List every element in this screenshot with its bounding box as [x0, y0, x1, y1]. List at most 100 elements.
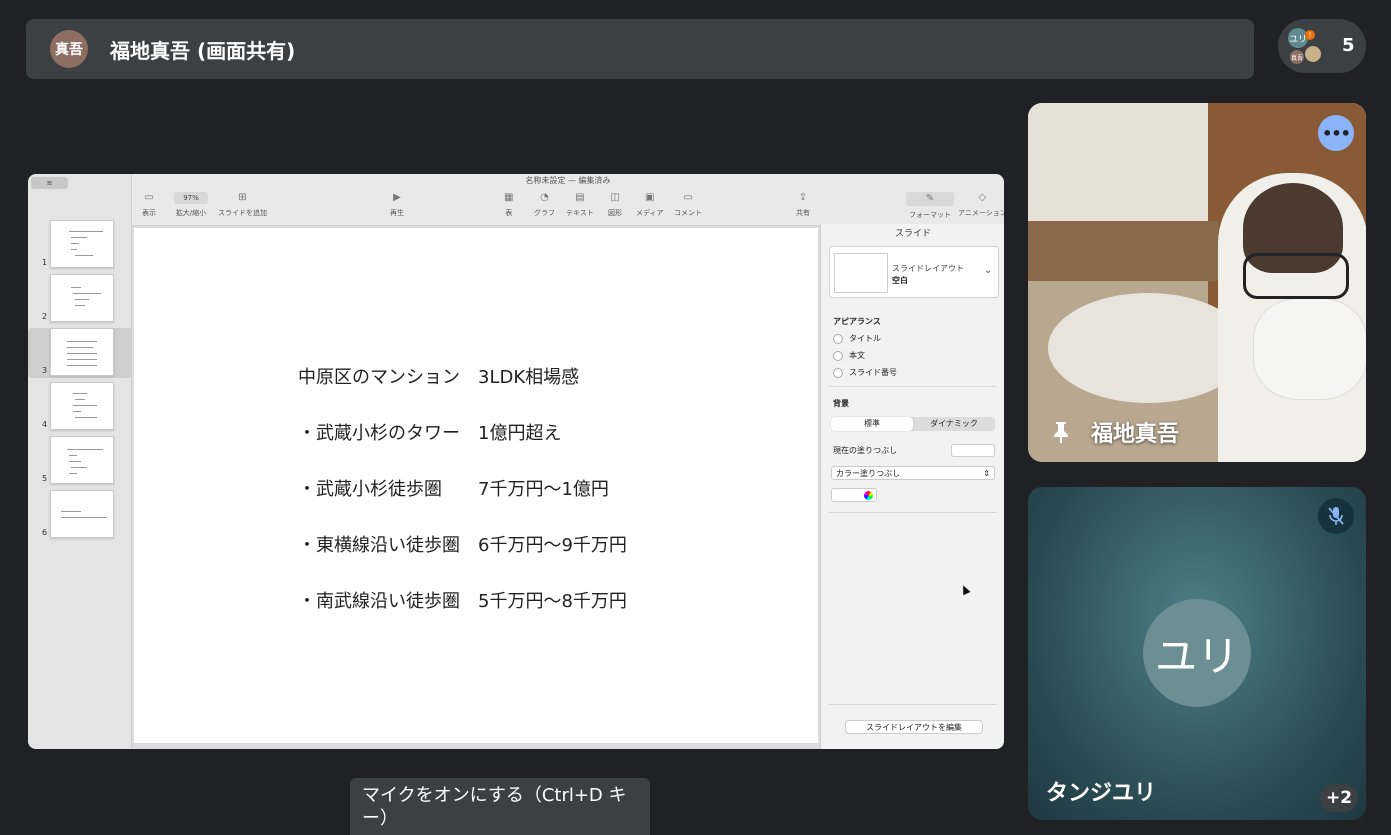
shape-button[interactable]: ◫ 図形	[608, 192, 622, 218]
slide-number: 2	[42, 312, 48, 321]
media-label: メディア	[636, 209, 664, 217]
preview-text-line	[67, 359, 97, 360]
zoom-button[interactable]: 97% 拡大/縮小	[174, 192, 208, 218]
preview-text-line	[71, 287, 81, 288]
divider	[829, 512, 997, 513]
appearance-heading: アピアランス	[833, 317, 881, 326]
slide-thumbnail-5[interactable]: 5	[28, 436, 132, 486]
zoom-value: 97%	[174, 192, 208, 204]
participant-name-shingo: 福地真吾	[1091, 422, 1180, 447]
current-fill-swatch[interactable]	[951, 444, 995, 457]
updown-chevron-icon: ⇕	[983, 469, 990, 478]
slide-thumbnail-1[interactable]: 1	[28, 220, 132, 270]
slide-thumbnail-2[interactable]: 2	[28, 274, 132, 324]
format-button[interactable]: ✎ フォーマット	[906, 192, 954, 220]
current-fill-label: 現在の塗りつぶし	[833, 446, 898, 455]
zoom-label: 拡大/縮小	[175, 209, 207, 217]
preview-text-line	[73, 411, 81, 412]
preview-text-line	[69, 473, 77, 474]
background-dynamic-option[interactable]: ダイナミック	[913, 417, 995, 431]
slide-thumbnail-3[interactable]: 3	[28, 328, 132, 378]
video-glasses	[1243, 253, 1349, 299]
slide-thumbnail-4[interactable]: 4	[28, 382, 132, 432]
color-wheel-icon[interactable]	[864, 491, 873, 500]
participant-name-yuri: タンジユリ	[1046, 781, 1157, 806]
participants-count: 5	[1342, 35, 1355, 56]
video-shelf	[1028, 221, 1218, 281]
pin-icon[interactable]	[1050, 420, 1072, 444]
slide-text-line[interactable]: 中原区のマンション 3LDK相場感	[298, 363, 579, 389]
animate-button[interactable]: ◇ アニメーション	[958, 192, 1004, 218]
preview-text-line	[61, 511, 81, 512]
preview-text-line	[71, 237, 87, 238]
preview-text-line	[67, 365, 97, 366]
background-heading: 背景	[833, 399, 849, 408]
participants-button[interactable]: ユリ ! 真吾 5	[1278, 19, 1366, 73]
background-mode-segmented: 標準 ダイナミック	[831, 417, 995, 431]
slide-text-line[interactable]: ・南武線沿い徒歩圏 5千万円〜8千万円	[298, 587, 627, 613]
slide-navigator: ≡ 1 2 3 4 5 6	[28, 174, 132, 749]
video-tile-shingo[interactable]	[1028, 103, 1366, 462]
text-button[interactable]: ▤ テキスト	[566, 192, 594, 218]
animate-label: アニメーション	[958, 209, 1004, 217]
edit-slide-layout-button[interactable]: スライドレイアウトを編集	[845, 720, 983, 734]
title-checkbox[interactable]: タイトル	[833, 333, 881, 344]
preview-text-line	[69, 461, 81, 462]
view-button[interactable]: ▭ 表示	[142, 192, 156, 218]
slide-preview	[50, 220, 114, 268]
background-standard-option[interactable]: 標準	[831, 417, 913, 431]
color-well[interactable]	[831, 488, 877, 502]
preview-text-line	[69, 231, 103, 232]
slide-canvas: 中原区のマンション 3LDK相場感 ・武蔵小杉のタワー 1億円超え ・武蔵小杉徒…	[132, 226, 820, 749]
slide-number-checkbox[interactable]: スライド番号	[833, 367, 897, 378]
chart-label: グラフ	[534, 209, 555, 217]
share-button[interactable]: ⇪ 共有	[796, 192, 810, 218]
notification-dot: !	[1305, 30, 1315, 40]
play-button[interactable]: ▶ 再生	[390, 192, 404, 218]
preview-text-line	[73, 393, 87, 394]
preview-text-line	[75, 417, 97, 418]
slide-text-line[interactable]: ・武蔵小杉徒歩圏 7千万円〜1億円	[298, 475, 609, 501]
mic-off-icon	[1318, 498, 1354, 534]
slide-number-checkbox-label: スライド番号	[849, 368, 897, 377]
text-label: テキスト	[566, 209, 594, 217]
preview-text-line	[71, 243, 79, 244]
slide-text-line[interactable]: ・武蔵小杉のタワー 1億円超え	[298, 419, 561, 445]
preview-text-line	[73, 405, 97, 406]
add-slide-button[interactable]: ⊞ スライドを追加	[218, 192, 267, 218]
share-icon: ⇪	[798, 192, 808, 203]
comment-button[interactable]: ▭ コメント	[674, 192, 702, 218]
current-slide[interactable]: 中原区のマンション 3LDK相場感 ・武蔵小杉のタワー 1億円超え ・武蔵小杉徒…	[134, 228, 818, 743]
slide-layout-picker[interactable]: スライドレイアウト 空白 ⌄	[829, 246, 999, 298]
slide-preview	[50, 274, 114, 322]
shared-screen: ≡ 1 2 3 4 5 6 名称未設定 — 編集済み ▭ 表示 97% 拡大/縮小 ⊞ スライド…	[28, 174, 1004, 749]
preview-text-line	[73, 293, 101, 294]
media-button[interactable]: ▣ メディア	[636, 192, 664, 218]
chart-button[interactable]: ◔ グラフ	[534, 192, 555, 218]
view-label: 表示	[142, 209, 156, 217]
preview-text-line	[67, 449, 103, 450]
slide-text-line[interactable]: ・東横線沿い徒歩圏 6千万円〜9千万円	[298, 531, 627, 557]
add-slide-label: スライドを追加	[218, 209, 267, 217]
participant-avatar-shingo: 真吾	[1290, 50, 1304, 64]
preview-text-line	[75, 299, 89, 300]
play-icon: ▶	[393, 192, 401, 203]
keynote-toolbar: ▭ 表示 97% 拡大/縮小 ⊞ スライドを追加 ▶ 再生 ▦ 表 ◔ グラフ ▤ テキスト …	[132, 188, 1004, 226]
sidebar-toggle-icon[interactable]: ≡	[31, 177, 68, 189]
body-checkbox[interactable]: 本文	[833, 350, 865, 361]
slide-number: 4	[42, 420, 48, 429]
shape-icon: ◫	[610, 192, 620, 203]
preview-text-line	[71, 467, 87, 468]
presenter-avatar: 真吾	[50, 30, 88, 68]
play-label: 再生	[390, 209, 404, 217]
inspector-title: スライド	[894, 229, 931, 239]
chevron-down-icon[interactable]: ⌄	[984, 265, 992, 276]
window-title: 名称未設定 — 編集済み	[525, 176, 611, 185]
slide-thumbnail-6[interactable]: 6	[28, 490, 132, 540]
more-options-icon[interactable]: •••	[1318, 115, 1354, 151]
paintbrush-icon: ✎	[906, 192, 954, 206]
fill-type-select[interactable]: カラー塗りつぶし ⇕	[831, 466, 995, 480]
more-participants-badge[interactable]: +2	[1320, 784, 1358, 812]
table-icon: ▦	[504, 192, 514, 203]
table-button[interactable]: ▦ 表	[504, 192, 513, 218]
